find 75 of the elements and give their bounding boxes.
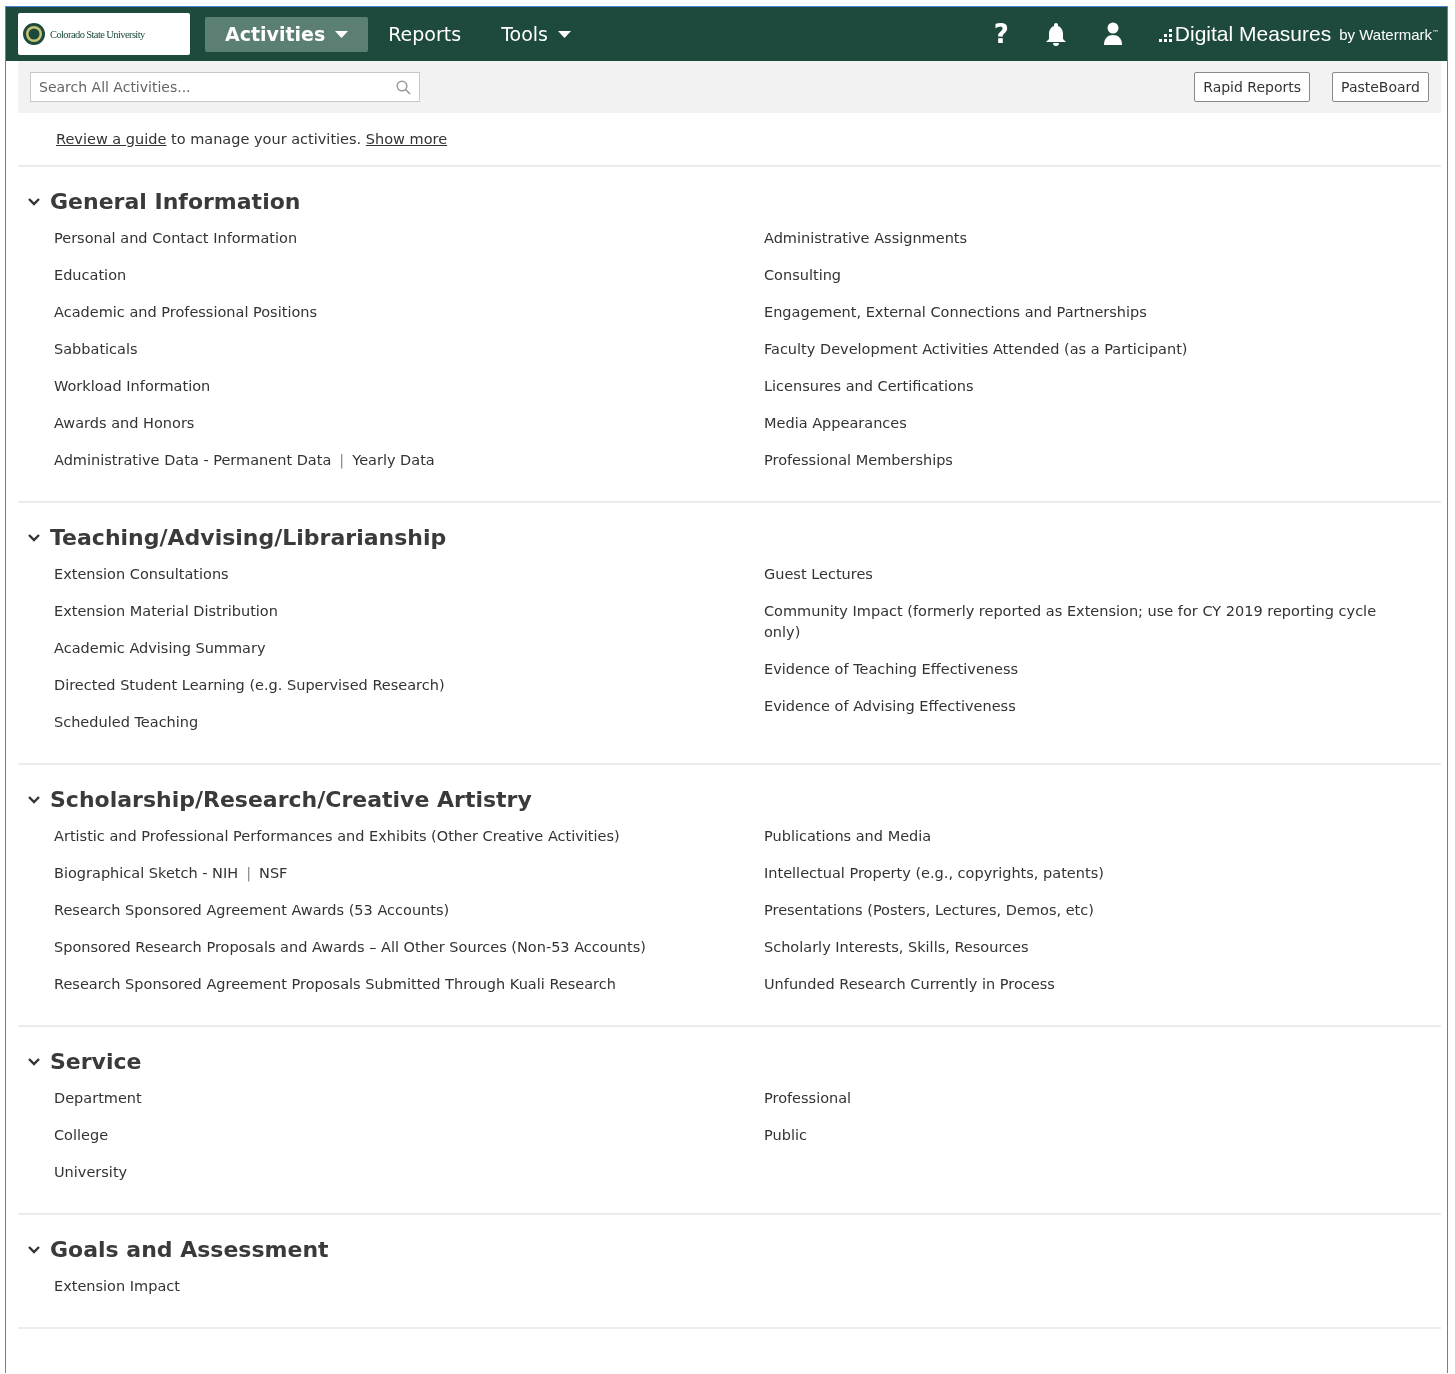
- search-field[interactable]: Search All Activities...: [30, 72, 420, 102]
- dots-logo-icon: [1158, 29, 1173, 43]
- brand-suffix: by Watermark: [1339, 25, 1432, 43]
- chevron-icon: [28, 197, 40, 206]
- separator: |: [246, 865, 252, 881]
- activity-link[interactable]: Administrative Data - Permanent Data: [54, 450, 332, 471]
- activity-link[interactable]: Publications and Media: [764, 826, 932, 847]
- activity-link[interactable]: Administrative Assignments: [764, 228, 968, 249]
- nav-tab[interactable]: Tools: [481, 16, 591, 52]
- activity-link[interactable]: Yearly Data: [352, 450, 435, 471]
- activity-link[interactable]: Sabbaticals: [54, 339, 138, 360]
- activity-link[interactable]: Department: [54, 1088, 142, 1109]
- activity-link[interactable]: Presentations (Posters, Lectures, Demos, etc): [764, 900, 1094, 921]
- activity-link[interactable]: Education: [54, 265, 127, 286]
- chevron-icon: [28, 795, 40, 804]
- activity-link[interactable]: Media Appearances: [764, 413, 907, 434]
- activity-link[interactable]: NSF: [259, 863, 288, 884]
- activity-link[interactable]: Unfunded Research Currently in Process: [764, 974, 1055, 995]
- activity-link[interactable]: Directed Student Learning (e.g. Supervised Research): [54, 675, 445, 696]
- activity-link[interactable]: Intellectual Property (e.g., copyrights, patents): [764, 863, 1104, 884]
- activity-link[interactable]: Professional: [764, 1088, 852, 1109]
- user-icon[interactable]: [1102, 22, 1123, 46]
- caret-icon: [335, 30, 349, 38]
- activity-link[interactable]: Engagement, External Connections and Partnerships: [764, 302, 1147, 323]
- guide-link[interactable]: Review a guide: [56, 131, 167, 147]
- activity-link[interactable]: College: [54, 1125, 109, 1146]
- activity-link[interactable]: Research Sponsored Agreement Awards (53 Accounts): [54, 900, 450, 921]
- activity-link[interactable]: Consulting: [764, 265, 842, 286]
- emblem-icon: [22, 22, 46, 46]
- activity-link[interactable]: Scholarly Interests, Skills, Resources: [764, 937, 1029, 958]
- nav-tab[interactable]: Activities: [205, 16, 369, 52]
- activity-link[interactable]: University: [54, 1162, 128, 1183]
- toolbar-button[interactable]: Rapid Reports: [1194, 72, 1311, 102]
- activity-link[interactable]: Evidence of Advising Effectiveness: [764, 696, 1016, 717]
- activity-link[interactable]: Professional Memberships: [764, 450, 953, 471]
- separator: |: [339, 452, 345, 468]
- section-heading[interactable]: Service: [18, 1049, 142, 1074]
- chevron-icon: [28, 533, 40, 542]
- activity-link[interactable]: Academic Advising Summary: [54, 638, 266, 659]
- activity-link[interactable]: Evidence of Teaching Effectiveness: [764, 659, 1019, 680]
- activity-link[interactable]: Public: [764, 1125, 807, 1146]
- activity-link[interactable]: Personal and Contact Information: [54, 228, 298, 249]
- bell-icon[interactable]: [1044, 22, 1067, 46]
- help-button[interactable]: ?: [993, 19, 1009, 49]
- caret-icon: [557, 30, 571, 38]
- activity-link[interactable]: Awards and Honors: [54, 413, 195, 434]
- section-heading[interactable]: Goals and Assessment: [18, 1237, 329, 1262]
- search-icon[interactable]: [396, 79, 411, 95]
- chevron-icon: [28, 1245, 40, 1254]
- university-logo[interactable]: Colorado State University: [18, 13, 190, 55]
- activity-link[interactable]: Licensures and Certifications: [764, 376, 974, 397]
- activity-link[interactable]: Scheduled Teaching: [54, 712, 199, 733]
- section-heading[interactable]: Teaching/Advising/Librarianship: [18, 525, 447, 550]
- activity-link[interactable]: Extension Impact: [54, 1276, 180, 1297]
- brand-name: Digital Measures: [1174, 22, 1332, 46]
- activity-link[interactable]: Artistic and Professional Performances and Exhibits (Other Creative Activities): [54, 826, 620, 847]
- activity-link[interactable]: Sponsored Research Proposals and Awards – All Other Sources (Non-53 Accounts): [54, 937, 646, 958]
- toolbar-button[interactable]: PasteBoard: [1332, 72, 1429, 102]
- activity-link[interactable]: Biographical Sketch - NIH: [54, 863, 239, 884]
- activity-link[interactable]: Community Impact (formerly reported as Extension; use for CY 2019 reporting cycle only): [764, 601, 1404, 643]
- chevron-icon: [28, 1057, 40, 1066]
- intro-text: Review a guide to manage your activities. Show more: [18, 113, 1441, 167]
- section-heading[interactable]: Scholarship/Research/Creative Artistry: [18, 787, 532, 812]
- activity-link[interactable]: Research Sponsored Agreement Proposals Submitted Through Kuali Research: [54, 974, 616, 995]
- activity-link[interactable]: Extension Material Distribution: [54, 601, 278, 622]
- activity-link[interactable]: Faculty Development Activities Attended (as a Participant): [764, 339, 1188, 360]
- section-heading[interactable]: General Information: [18, 189, 301, 214]
- activity-link[interactable]: Academic and Professional Positions: [54, 302, 318, 323]
- activity-link[interactable]: Workload Information: [54, 376, 211, 397]
- activity-link[interactable]: Extension Consultations: [54, 564, 229, 585]
- university-name: Colorado State University: [50, 28, 145, 40]
- search-input[interactable]: Search All Activities...: [39, 74, 396, 100]
- show-more-link[interactable]: Show more: [365, 131, 448, 147]
- activity-link[interactable]: Guest Lectures: [764, 564, 873, 585]
- nav-tab[interactable]: Reports: [368, 16, 482, 52]
